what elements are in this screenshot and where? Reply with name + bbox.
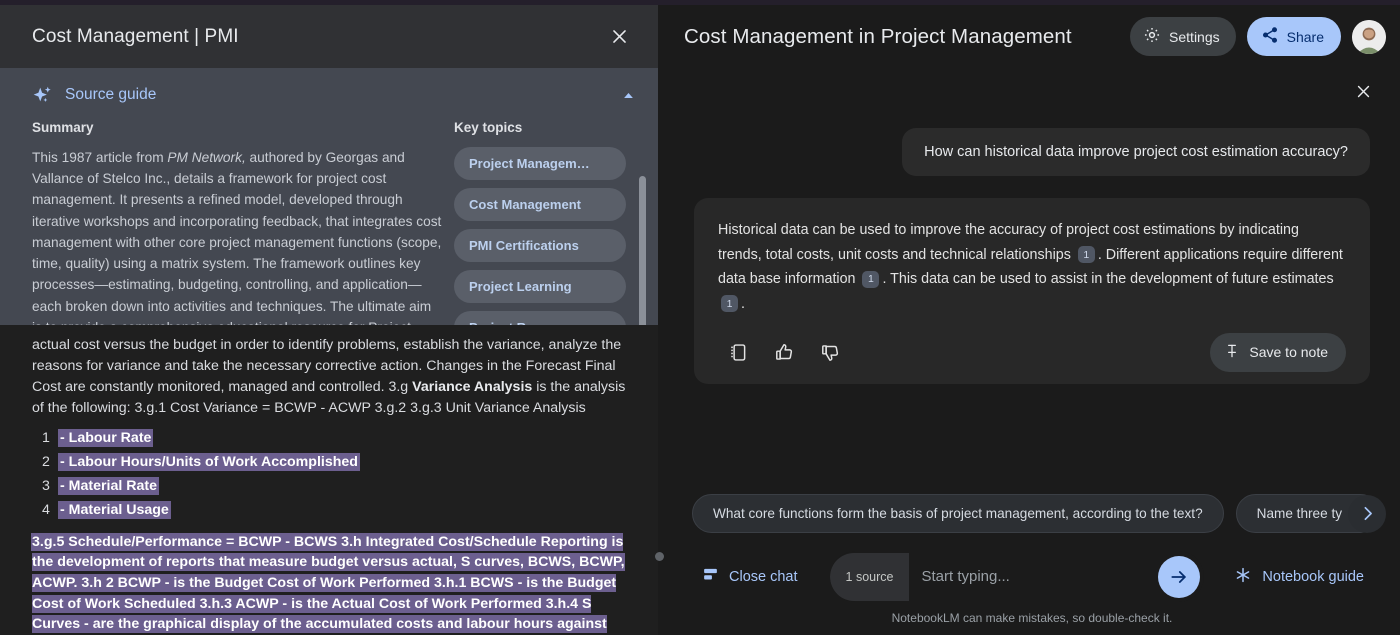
document-list-item: 3 - Material Rate: [32, 474, 630, 498]
chevron-right-icon[interactable]: [1348, 495, 1386, 533]
asterisk-icon: [1234, 566, 1252, 588]
source-panel: Cost Management | PMI Source guide: [0, 0, 658, 635]
summary-column: Summary This 1987 article from PM Networ…: [32, 120, 444, 325]
sparkle-icon: [32, 84, 54, 106]
document-list: 1 - Labour Rate 2 - Labour Hours/Units of W…: [32, 426, 630, 523]
document-list-item: 2 - Labour Hours/Units of Work Accomplish…: [32, 450, 630, 474]
notebook-guide-label: Notebook guide: [1262, 569, 1364, 585]
suggestion-chip[interactable]: What core functions form the basis of pr…: [692, 494, 1224, 533]
notebooklm-window: Cost Management | PMI Source guide: [0, 0, 1400, 635]
share-button[interactable]: Share: [1247, 17, 1341, 56]
share-icon: [1261, 26, 1279, 47]
chevron-up-icon[interactable]: [621, 88, 636, 103]
summary-post: authored by Georgas and Vallance of Stel…: [32, 150, 441, 325]
assistant-actions: Save to note: [718, 332, 1346, 372]
source-guide-label: Source guide: [65, 86, 621, 104]
gear-icon: [1143, 26, 1161, 47]
chat-input-row: Close chat 1 source: [690, 551, 1374, 602]
key-topic-chip[interactable]: Cost Management: [454, 188, 626, 221]
summary-text: This 1987 article from PM Network, autho…: [32, 147, 444, 325]
window-top-strip: [0, 0, 1400, 5]
user-message: How can historical data improve project …: [902, 128, 1370, 176]
citation-chip[interactable]: 1: [862, 271, 879, 288]
chat-input[interactable]: [909, 551, 1158, 602]
chat-input-bar: Close chat 1 source: [664, 551, 1400, 635]
source-title: Cost Management | PMI: [32, 26, 602, 48]
close-source-icon[interactable]: [602, 20, 636, 54]
save-to-note-label: Save to note: [1249, 344, 1328, 360]
chat-close-row: [664, 68, 1400, 106]
thumb-down-icon[interactable]: [810, 332, 850, 372]
chat-thread: How can historical data improve project …: [664, 106, 1400, 494]
summary-emphasis: PM Network,: [167, 150, 245, 165]
notebook-header: Cost Management in Project Management Se…: [664, 5, 1400, 68]
key-topics-column: Key topics Project Managem… Cost Manageme…: [454, 120, 626, 325]
list-item-text: - Labour Rate: [58, 429, 153, 447]
list-item-number: 4: [42, 498, 50, 522]
close-chat-label: Close chat: [729, 569, 798, 585]
source-panel-header: Cost Management | PMI: [0, 5, 658, 68]
assistant-text-segment: .: [741, 296, 745, 312]
save-to-note-button[interactable]: Save to note: [1210, 333, 1346, 372]
notebook-guide-button[interactable]: Notebook guide: [1224, 558, 1374, 596]
panel-resize-handle[interactable]: [655, 552, 664, 561]
selection-highlight: 3.g.5 Schedule/Performance = BCWP - BCWS…: [32, 534, 625, 635]
notebook-panel: Cost Management in Project Management Se…: [664, 0, 1400, 635]
source-guide-scrollbar[interactable]: [639, 176, 646, 325]
key-topics-label: Key topics: [454, 120, 626, 135]
key-topics-list: Project Managem… Cost Management PMI Certi…: [454, 147, 626, 325]
panel-icon: [702, 566, 719, 587]
summary-pre: This 1987 article from: [32, 150, 167, 165]
citation-chip[interactable]: 1: [721, 295, 738, 312]
chat-input-wrapper: 1 source: [830, 551, 1205, 602]
citation-chip[interactable]: 1: [1078, 246, 1095, 263]
key-topic-chip[interactable]: Project Learning: [454, 270, 626, 303]
avatar[interactable]: [1352, 20, 1386, 54]
close-chat-icon[interactable]: [1348, 76, 1378, 106]
list-item-text: - Labour Hours/Units of Work Accomplishe…: [58, 453, 360, 471]
list-item-text: - Material Rate: [58, 477, 159, 495]
key-topic-chip[interactable]: Project Resources: [454, 311, 626, 325]
assistant-message-text: Historical data can be used to improve t…: [718, 218, 1346, 316]
document-list-item: 1 - Labour Rate: [32, 426, 630, 450]
source-count-chip[interactable]: 1 source: [830, 553, 910, 601]
summary-label: Summary: [32, 120, 444, 135]
document-paragraph: actual cost versus the budget in order t…: [32, 335, 630, 419]
pin-icon: [1224, 343, 1240, 362]
key-topic-chip[interactable]: Project Managem…: [454, 147, 626, 180]
copy-to-note-icon[interactable]: [718, 332, 758, 372]
list-item-number: 1: [42, 426, 50, 450]
list-item-text: - Material Usage: [58, 501, 171, 519]
settings-label: Settings: [1169, 29, 1220, 45]
source-guide-card: Source guide Summary This 1987 article f…: [0, 68, 658, 325]
thumb-up-icon[interactable]: [764, 332, 804, 372]
source-guide-header[interactable]: Source guide: [0, 68, 658, 114]
source-document-text[interactable]: actual cost versus the budget in order t…: [0, 325, 658, 635]
assistant-message: Historical data can be used to improve t…: [694, 198, 1370, 384]
share-label: Share: [1287, 29, 1324, 45]
notebook-title: Cost Management in Project Management: [684, 25, 1119, 49]
key-topic-chip[interactable]: PMI Certifications: [454, 229, 626, 262]
list-item-number: 3: [42, 474, 50, 498]
suggestion-chips: What core functions form the basis of pr…: [664, 494, 1400, 533]
close-chat-button[interactable]: Close chat: [690, 558, 810, 595]
source-guide-body: Summary This 1987 article from PM Networ…: [0, 114, 658, 325]
assistant-text-segment: . This data can be used to assist in the…: [882, 271, 1333, 287]
paragraph-bold: Variance Analysis: [412, 379, 532, 395]
document-selected-block: 3.g.5 Schedule/Performance = BCWP - BCWS…: [32, 532, 630, 635]
send-button[interactable]: [1158, 556, 1200, 598]
settings-button[interactable]: Settings: [1130, 17, 1236, 56]
list-item-number: 2: [42, 450, 50, 474]
disclaimer-text: NotebookLM can make mistakes, so double-…: [690, 611, 1374, 625]
document-list-item: 4 - Material Usage: [32, 498, 630, 522]
